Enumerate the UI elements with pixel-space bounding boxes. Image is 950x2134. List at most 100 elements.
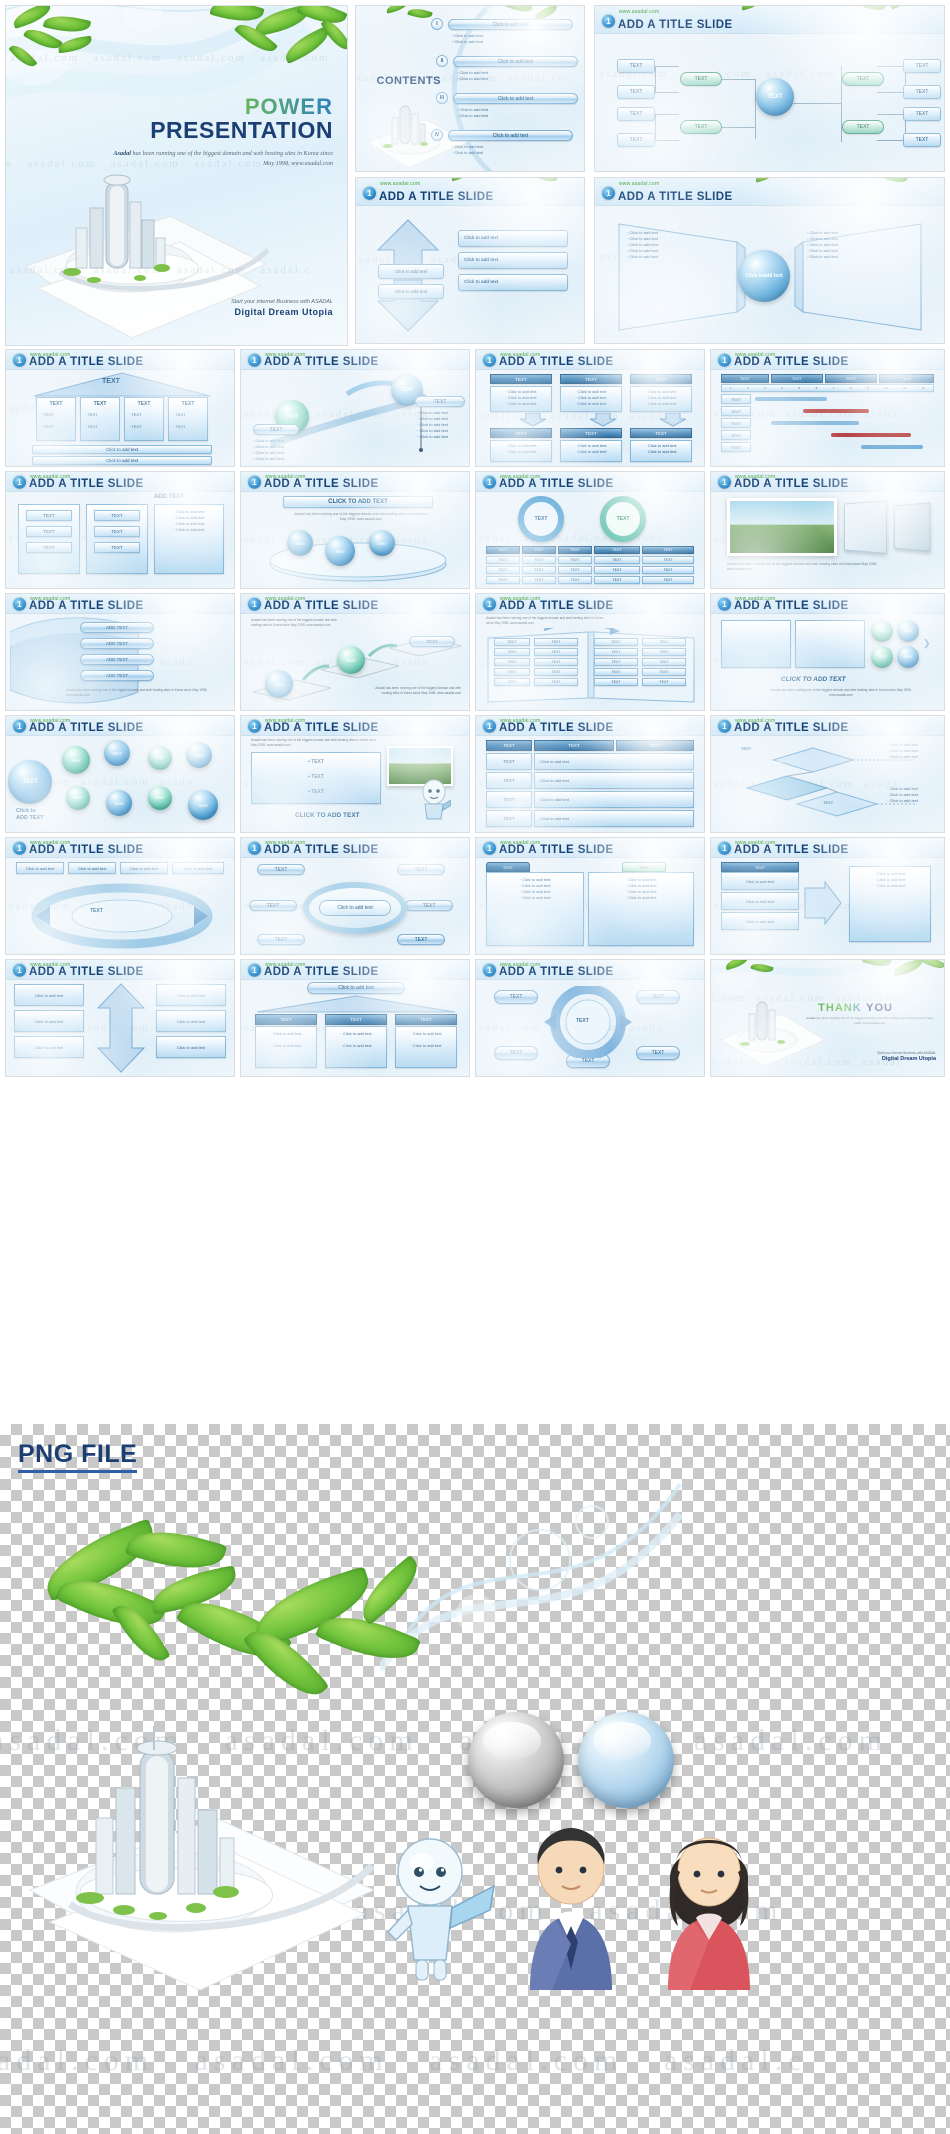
bubble[interactable]: TEXT xyxy=(106,790,132,816)
gantt-col-header[interactable]: TEXT xyxy=(825,374,877,383)
ribbon-item[interactable]: ADD TEXT xyxy=(80,622,154,633)
gantt-row-label[interactable]: TEXT xyxy=(721,406,751,416)
column-card[interactable]: TEXT · TEXT · TEXT xyxy=(80,397,120,441)
row-sphere[interactable]: TEXT xyxy=(871,620,893,642)
book-cell[interactable]: TEXT xyxy=(642,648,686,656)
matrix-cell[interactable]: · Click to add text · Click to add text · … xyxy=(630,386,692,412)
photo-frame-side[interactable] xyxy=(894,502,931,552)
slide-oval-network[interactable]: 1 www.asadal.com ADD A TITLE SLIDE asada… xyxy=(240,837,470,955)
blue-glass-button[interactable] xyxy=(578,1712,674,1808)
slide-three-cards[interactable]: 1 www.asadal.com ADD A TITLE SLIDE asada… xyxy=(5,471,235,589)
ribbon-item[interactable]: ADD TEXT xyxy=(80,638,154,649)
table-cell[interactable]: · Click to add text xyxy=(534,753,694,770)
top-bar[interactable]: Click to add text xyxy=(307,982,405,994)
bubble[interactable]: TEXT xyxy=(188,790,218,820)
funnel-cell[interactable]: Click to add text xyxy=(721,912,799,930)
table-header[interactable]: TEXT xyxy=(486,740,532,751)
table-cell[interactable]: TEXT xyxy=(486,753,532,770)
org-node-mid[interactable]: TEXT xyxy=(680,72,722,86)
slide-cycle-diagram[interactable]: 1 www.asadal.com ADD A TITLE SLIDE asada… xyxy=(5,837,235,955)
cycle-label[interactable]: Click to add text xyxy=(68,862,116,874)
oval-node[interactable]: TEXT xyxy=(249,900,297,911)
book-cell[interactable]: TEXT xyxy=(534,658,578,666)
table-cell[interactable]: TEXT xyxy=(594,576,640,584)
matrix-cell[interactable]: · Click to add text · Click to add text xyxy=(630,440,692,462)
bubble[interactable]: TEXT xyxy=(186,742,212,768)
gantt-col-header[interactable]: TEXT xyxy=(721,374,769,383)
gantt-bar[interactable] xyxy=(771,421,859,425)
book-cell[interactable]: TEXT xyxy=(494,668,530,676)
bubble[interactable]: TEXT xyxy=(104,740,130,766)
table-header[interactable]: TEXT xyxy=(522,546,556,554)
bubble[interactable]: TEXT xyxy=(148,746,172,770)
row-sphere[interactable]: TEXT xyxy=(897,620,919,642)
table-cell[interactable]: TEXT xyxy=(558,576,592,584)
bubble[interactable]: TEXT xyxy=(62,746,90,774)
oval-node[interactable]: TEXT xyxy=(397,934,445,945)
gantt-bar[interactable] xyxy=(831,433,911,437)
radial-node[interactable]: TEXT xyxy=(494,1046,538,1060)
stone-sphere[interactable]: TEXT xyxy=(265,670,293,698)
radial-node[interactable]: TEXT xyxy=(636,1046,680,1060)
gantt-bar[interactable] xyxy=(755,397,827,401)
ribbon-item[interactable]: ADD TEXT xyxy=(80,654,154,665)
org-node[interactable]: TEXT xyxy=(617,59,655,73)
book-cell[interactable]: TEXT xyxy=(642,638,686,646)
panel[interactable] xyxy=(721,620,791,668)
row-sphere[interactable]: TEXT xyxy=(871,646,893,668)
slide-arrow-funnel[interactable]: 1 www.asadal.com ADD A TITLE SLIDE asada… xyxy=(710,837,945,955)
table-cell[interactable]: TEXT xyxy=(642,566,694,574)
stone-label[interactable]: TEXT xyxy=(409,636,455,647)
stone-sphere[interactable]: TEXT xyxy=(337,646,365,674)
card[interactable]: ▫ Click to add text ▫ Click to add text ▫ … xyxy=(154,504,224,574)
slide-title-cover[interactable]: asadal.com asadal.com asadal.com asadal.… xyxy=(5,5,348,346)
ring-teal[interactable]: TEXT xyxy=(600,496,646,542)
book-cell[interactable]: TEXT xyxy=(534,648,578,656)
left-item[interactable]: Click to add text xyxy=(14,984,84,1006)
matrix-header[interactable]: TEXT xyxy=(490,428,552,438)
tab[interactable]: TEXT xyxy=(622,862,666,872)
cycle-label[interactable]: Click to add text xyxy=(120,862,168,874)
table-cell[interactable]: TEXT xyxy=(486,791,532,808)
gantt-row-label[interactable]: TEXT xyxy=(721,430,751,440)
footer-bar[interactable]: Click to add text xyxy=(32,456,212,465)
table-cell[interactable]: TEXT xyxy=(558,556,592,564)
column-card[interactable]: TEXT · TEXT · TEXT xyxy=(36,397,76,441)
slide-spheres-row[interactable]: 1 www.asadal.com ADD A TITLE SLIDE asada… xyxy=(710,593,945,711)
org-node[interactable]: TEXT xyxy=(903,133,941,147)
table-cell[interactable]: TEXT xyxy=(594,566,640,574)
contents-bar[interactable]: Click to add text xyxy=(453,93,578,104)
slide-opposing-panels[interactable]: 1 www.asadal.com ADD A TITLE SLIDE asada… xyxy=(594,177,945,344)
funnel-result[interactable]: · Click to add text · Click to add text · … xyxy=(849,866,931,942)
org-node[interactable]: TEXT xyxy=(903,59,941,73)
platform-sphere[interactable]: TEXT xyxy=(325,536,355,566)
table-cell[interactable]: TEXT xyxy=(642,576,694,584)
slide-pillar-table[interactable]: 1 www.asadal.com ADD A TITLE SLIDE asada… xyxy=(240,959,470,1077)
slide-two-rings-table[interactable]: 1 www.asadal.com ADD A TITLE SLIDE asada… xyxy=(475,471,705,589)
org-node-mid[interactable]: TEXT xyxy=(680,120,722,134)
book-cell[interactable]: TEXT xyxy=(494,638,530,646)
table-cell[interactable]: TEXT xyxy=(486,576,520,584)
book-cell[interactable]: TEXT xyxy=(494,658,530,666)
table-header[interactable]: TEXT xyxy=(534,740,614,751)
book-cell[interactable]: TEXT xyxy=(594,648,638,656)
platform-sphere[interactable]: TEXT xyxy=(369,530,395,556)
book-cell[interactable]: TEXT xyxy=(494,678,530,686)
tab-panel[interactable]: · Click to add text · Click to add text · … xyxy=(486,872,584,946)
book-cell[interactable]: TEXT xyxy=(642,678,686,686)
step-pill[interactable]: TEXT xyxy=(253,424,299,435)
slide-gantt-table[interactable]: 1 www.asadal.com ADD A TITLE SLIDE asada… xyxy=(710,349,945,467)
slide-temple-columns[interactable]: 1 www.asadal.com ADD A TITLE SLIDE asada… xyxy=(5,349,235,467)
table-cell[interactable]: TEXT xyxy=(522,556,556,564)
org-node[interactable]: TEXT xyxy=(617,133,655,147)
book-cell[interactable]: TEXT xyxy=(594,638,638,646)
tab-panel[interactable]: · Click to add text · Click to add text · … xyxy=(588,872,694,946)
book-cell[interactable]: TEXT xyxy=(594,658,638,666)
book-cell[interactable]: TEXT xyxy=(494,648,530,656)
org-node[interactable]: TEXT xyxy=(617,85,655,99)
table-cell[interactable]: TEXT xyxy=(522,566,556,574)
table-cell[interactable]: · Click to add text xyxy=(534,791,694,808)
pillar-cell[interactable]: · Click to add text · Click to add text xyxy=(325,1026,387,1068)
cycle-label[interactable]: Click to add text xyxy=(16,862,64,874)
org-node-mid[interactable]: TEXT xyxy=(842,120,884,134)
